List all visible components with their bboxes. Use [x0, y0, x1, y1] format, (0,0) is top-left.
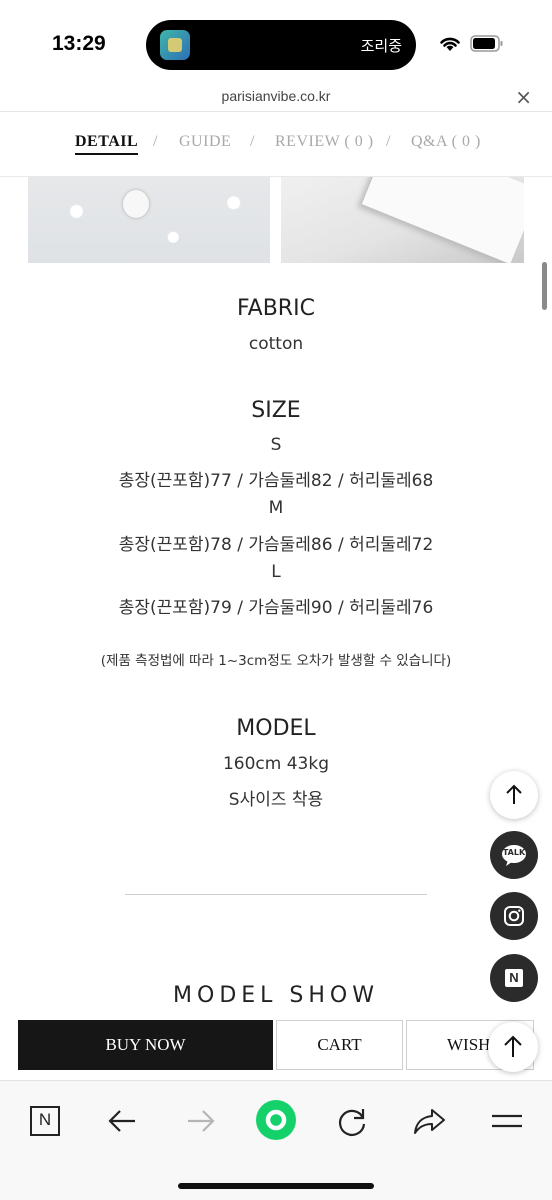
product-photo-detail [28, 177, 270, 263]
size-line: L [271, 562, 281, 582]
close-icon[interactable]: × [515, 85, 532, 109]
home-indicator [178, 1183, 374, 1189]
green-dot-button[interactable] [255, 1099, 297, 1141]
arrow-up-icon [506, 784, 522, 804]
naver-label: N [509, 970, 519, 985]
model-show-heading: MODEL SHOW [173, 983, 379, 1008]
tab-separator: / [250, 133, 255, 150]
menu-icon [492, 1114, 522, 1128]
naver-home-label: N [38, 1110, 52, 1129]
section-divider [125, 894, 427, 895]
tab-separator: / [386, 133, 391, 150]
back-button[interactable] [103, 1101, 143, 1141]
naver-home-button[interactable]: N [25, 1101, 65, 1141]
model-line: 160cm 43kg [222, 754, 330, 774]
wifi-icon [440, 37, 460, 51]
refresh-button[interactable] [332, 1101, 372, 1141]
menu-button[interactable] [487, 1101, 527, 1141]
share-button[interactable] [409, 1101, 449, 1141]
tab-separator: / [153, 133, 158, 150]
size-line: 총장(끈포함)79 / 가슴둘레90 / 허리둘레76 [118, 598, 434, 618]
refresh-icon [338, 1109, 366, 1136]
size-note: (제품 측정법에 따라 1~3cm정도 오차가 발생할 수 있습니다) [100, 653, 452, 669]
forward-button[interactable] [180, 1101, 220, 1141]
status-bar: 13:29 조리중 [0, 0, 552, 84]
kakao-talk-button[interactable]: TALK [490, 831, 538, 879]
island-label: 조리중 [360, 37, 402, 55]
size-line: M [268, 498, 284, 518]
tab-detail[interactable]: DETAIL [75, 133, 139, 155]
tab-qna[interactable]: Q&A ( 0 ) [411, 133, 481, 151]
fabric-value: cotton [248, 334, 304, 354]
instagram-icon [504, 906, 524, 926]
green-dot-icon [256, 1100, 296, 1140]
app-icon [160, 30, 190, 60]
status-time: 13:29 [52, 32, 106, 55]
tab-review[interactable]: REVIEW ( 0 ) [275, 133, 374, 151]
cart-button[interactable]: CART [276, 1020, 403, 1070]
detail-tabs: DETAIL / GUIDE / REVIEW ( 0 ) / Q&A ( 0 … [0, 113, 552, 177]
dynamic-island[interactable]: 조리중 [146, 20, 416, 70]
scroll-top-button[interactable] [490, 771, 538, 819]
size-line: S [270, 435, 282, 455]
url-bar[interactable]: parisianvibe.co.kr × [0, 84, 552, 112]
url-domain[interactable]: parisianvibe.co.kr [0, 88, 552, 104]
scroll-top-button-2[interactable] [488, 1022, 538, 1072]
model-title: MODEL [236, 716, 316, 741]
back-arrow-icon [108, 1110, 135, 1132]
buy-now-button[interactable]: BUY NOW [18, 1020, 273, 1070]
tab-guide[interactable]: GUIDE [179, 133, 231, 151]
fabric-title: FABRIC [237, 296, 315, 321]
share-icon [414, 1109, 445, 1134]
product-photo-fold [281, 177, 524, 263]
battery-icon [470, 35, 503, 52]
arrow-up-icon [504, 1035, 522, 1057]
model-line: S사이즈 착용 [228, 790, 324, 810]
browser-toolbar: N [0, 1080, 552, 1200]
instagram-button[interactable] [490, 892, 538, 940]
purchase-bar: BUY NOW CART WISH [0, 1019, 552, 1073]
size-line: 총장(끈포함)78 / 가슴둘레86 / 허리둘레72 [118, 535, 434, 555]
size-title: SIZE [251, 398, 301, 423]
size-line: 총장(끈포함)77 / 가슴둘레82 / 허리둘레68 [118, 471, 434, 491]
forward-arrow-icon [188, 1110, 215, 1132]
naver-button[interactable]: N [490, 954, 538, 1002]
talk-label: TALK [502, 848, 526, 857]
